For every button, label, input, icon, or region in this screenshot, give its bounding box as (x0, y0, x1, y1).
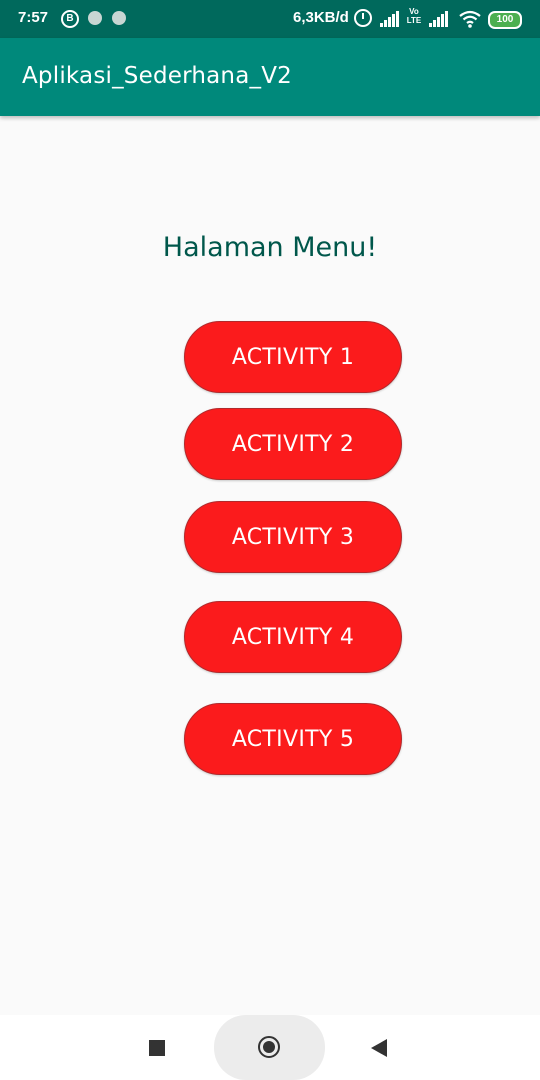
activity-5-button[interactable]: ACTIVITY 5 (184, 703, 402, 775)
signal-strength-icon (380, 11, 400, 27)
page-title: Halaman Menu! (162, 232, 378, 263)
back-triangle-icon[interactable] (371, 1039, 387, 1057)
app-bar: Aplikasi_Sederhana_V2 (0, 38, 540, 116)
b-notification-icon: B (61, 10, 79, 28)
status-time: 7:57 (18, 9, 49, 26)
volte-icon: Vo LTE (406, 7, 422, 25)
signal-strength-icon (429, 11, 449, 27)
network-speed: 6,3KB/d (293, 9, 349, 26)
activity-2-button[interactable]: ACTIVITY 2 (184, 408, 402, 480)
wifi-icon (459, 10, 481, 28)
navigation-bar (0, 1015, 540, 1080)
battery-icon: 100 (488, 11, 522, 29)
app-title: Aplikasi_Sederhana_V2 (22, 63, 292, 89)
notification-dot-icon (112, 11, 126, 25)
home-circle-icon[interactable] (258, 1036, 280, 1058)
status-bar: 7:57 B 6,3KB/d Vo LTE 100 (0, 0, 540, 38)
alarm-icon (354, 9, 372, 27)
activity-4-button[interactable]: ACTIVITY 4 (184, 601, 402, 673)
activity-1-button[interactable]: ACTIVITY 1 (184, 321, 402, 393)
notification-dot-icon (88, 11, 102, 25)
recents-square-icon[interactable] (149, 1040, 165, 1056)
activity-3-button[interactable]: ACTIVITY 3 (184, 501, 402, 573)
